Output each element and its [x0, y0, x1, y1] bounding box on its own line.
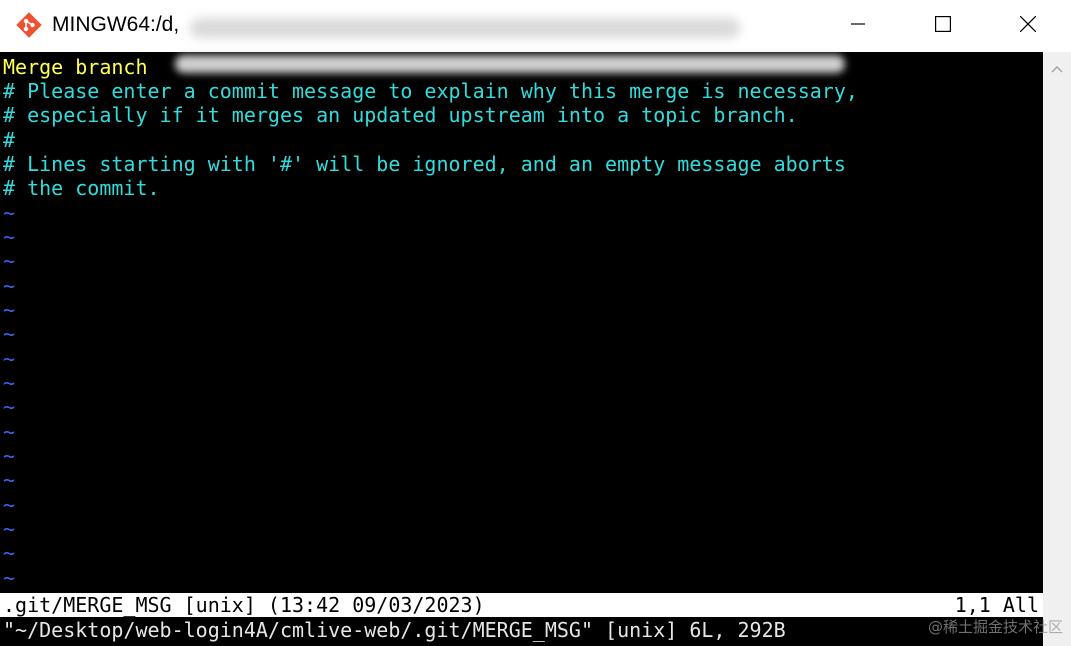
vim-message-line: "~/Desktop/web-login4A/cmlive-web/.git/M…	[3, 618, 786, 642]
status-cursor-position: 1,1 All	[954, 593, 1039, 617]
empty-line-marker: ~	[3, 493, 16, 517]
empty-line-marker: ~	[3, 468, 16, 492]
vim-status-bar: .git/MERGE_MSG [unix] (13:42 09/03/2023)…	[0, 593, 1043, 617]
merge-branch-line: Merge branch	[3, 55, 148, 79]
comment-line: # especially if it merges an updated ups…	[3, 103, 798, 127]
empty-line-marker: ~	[3, 298, 16, 322]
git-icon	[16, 12, 42, 38]
minimize-icon	[851, 17, 865, 36]
empty-line-marker: ~	[3, 347, 16, 371]
terminal-area[interactable]: Merge branch # Please enter a commit mes…	[0, 52, 1043, 646]
comment-line: # Lines starting with '#' will be ignore…	[3, 152, 846, 176]
maximize-icon	[935, 15, 952, 37]
redacted-path	[190, 18, 740, 38]
comment-line: # the commit.	[3, 176, 160, 200]
empty-line-marker: ~	[3, 517, 16, 541]
empty-line-marker: ~	[3, 420, 16, 444]
empty-line-marker: ~	[3, 566, 16, 590]
close-button[interactable]	[985, 0, 1071, 52]
status-file-info: .git/MERGE_MSG [unix] (13:42 09/03/2023)	[3, 593, 485, 617]
empty-line-marker: ~	[3, 541, 16, 565]
empty-line-marker: ~	[3, 274, 16, 298]
empty-line-marker: ~	[3, 225, 16, 249]
chevron-up-icon	[1051, 60, 1063, 78]
watermark: @稀土掘金技术社区	[927, 618, 1063, 636]
empty-line-marker: ~	[3, 201, 16, 225]
empty-line-marker: ~	[3, 322, 16, 346]
comment-line: #	[3, 128, 16, 152]
title-bar[interactable]: MINGW64:/d,	[0, 0, 1071, 52]
empty-line-marker: ~	[3, 395, 16, 419]
redacted-branch-name	[175, 55, 845, 73]
maximize-button[interactable]	[900, 0, 986, 52]
empty-line-marker: ~	[3, 371, 16, 395]
window-title: MINGW64:/d,	[52, 13, 180, 36]
minimize-button[interactable]	[815, 0, 901, 52]
scroll-up-button[interactable]	[1043, 52, 1071, 86]
comment-line: # Please enter a commit message to expla…	[3, 79, 858, 103]
vertical-scrollbar[interactable]	[1043, 52, 1071, 646]
empty-line-marker: ~	[3, 249, 16, 273]
close-icon	[1019, 15, 1037, 37]
empty-line-marker: ~	[3, 444, 16, 468]
terminal-window: MINGW64:/d, Merge branch # Please enter …	[0, 0, 1071, 646]
